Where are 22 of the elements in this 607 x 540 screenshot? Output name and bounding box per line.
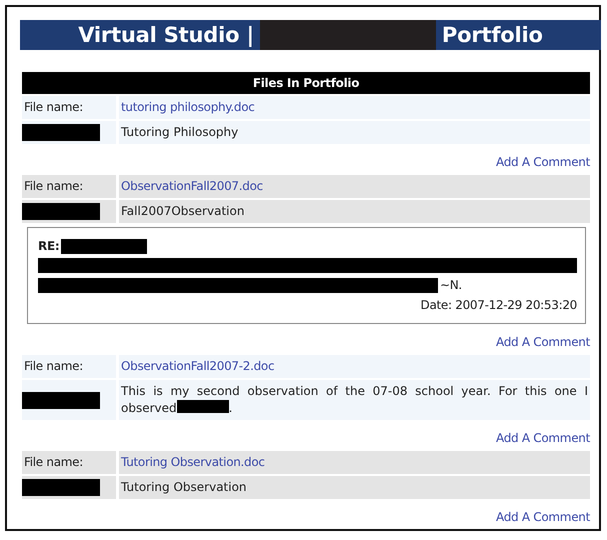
add-comment-link[interactable]: Add A Comment	[496, 510, 590, 524]
add-comment-link[interactable]: Add A Comment	[496, 155, 590, 169]
add-comment-link[interactable]: Add A Comment	[496, 431, 590, 445]
comment-date: Date: 2007-12-29 20:53:20	[420, 297, 577, 314]
comment-subject-label: RE:	[38, 239, 60, 253]
file-link[interactable]: ObservationFall2007-2.doc	[121, 359, 274, 373]
file-description: Fall2007Observation	[119, 200, 590, 223]
comment-signature: ~N.	[440, 278, 462, 292]
field-label: File name:	[22, 451, 116, 474]
field-label: File name:	[22, 96, 116, 119]
file-description: Tutoring Observation	[119, 476, 590, 499]
file-link[interactable]: tutoring philosophy.doc	[121, 100, 255, 114]
field-label: File name:	[22, 355, 116, 378]
table-heading: Files In Portfolio	[22, 72, 590, 94]
file-description: This is my second observation of the 07-08 school year. For this one I observed .	[119, 380, 590, 420]
add-comment-link[interactable]: Add A Comment	[496, 335, 590, 349]
file-link[interactable]: Tutoring Observation.doc	[121, 455, 265, 469]
site-title: Virtual Studio |	[78, 23, 254, 47]
file-description: Tutoring Philosophy	[119, 121, 590, 144]
page-title: Portfolio	[442, 23, 543, 47]
file-link[interactable]: ObservationFall2007.doc	[121, 179, 263, 193]
field-label: File name:	[22, 175, 116, 198]
